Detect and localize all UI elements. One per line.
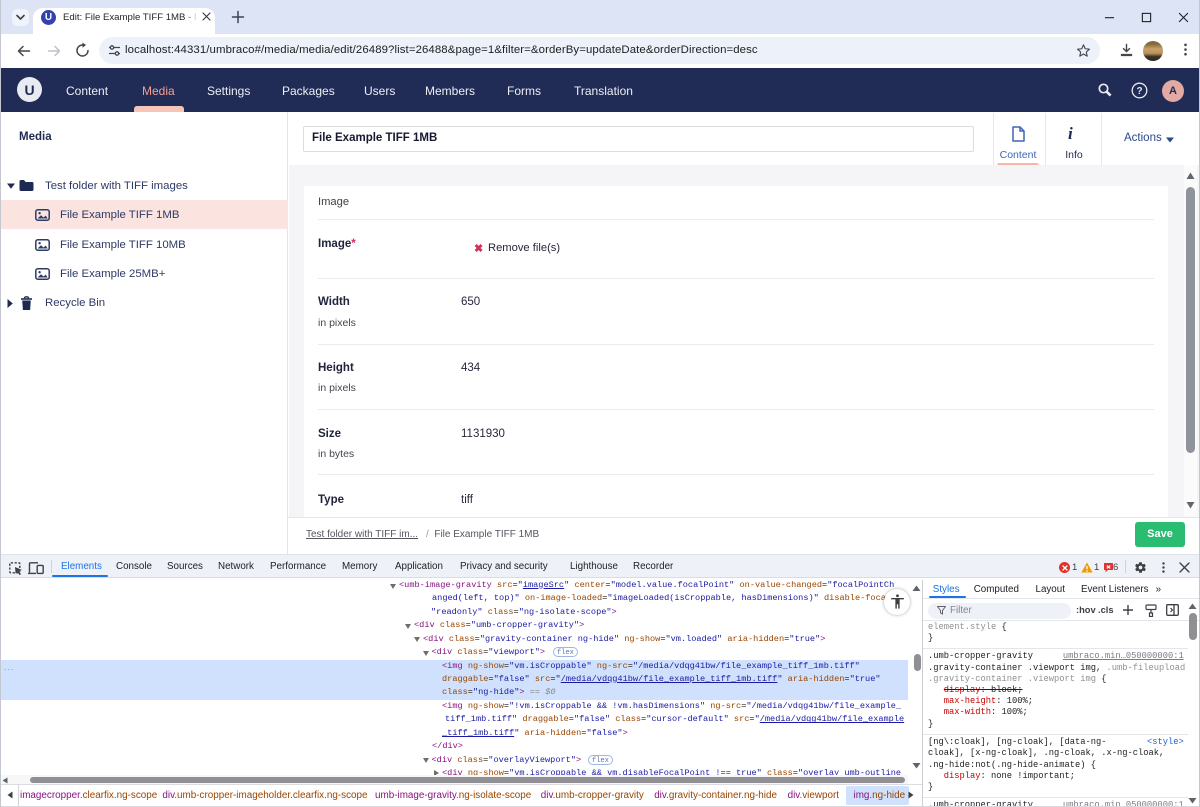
svg-text:?: ?	[1136, 86, 1142, 97]
